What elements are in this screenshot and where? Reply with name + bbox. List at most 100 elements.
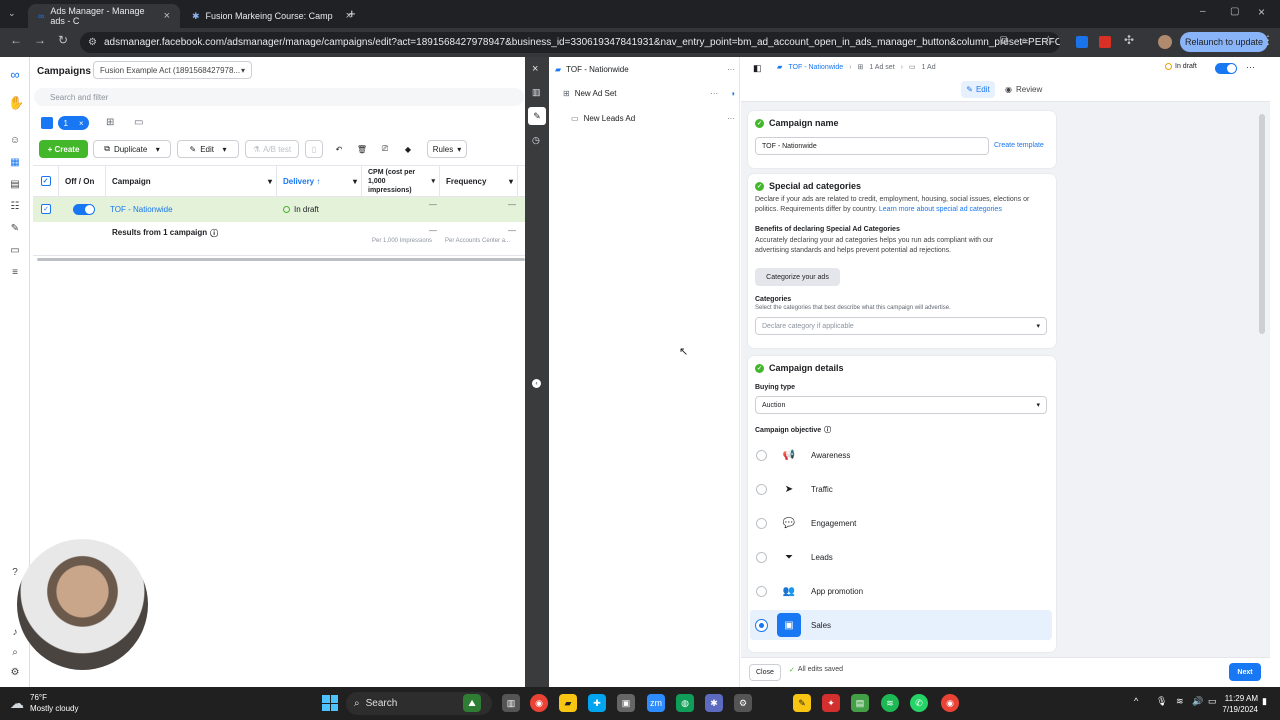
breadcrumb-ad[interactable]: 1 Ad bbox=[922, 64, 936, 71]
col-delivery[interactable]: Delivery ↑ ▾ bbox=[277, 165, 362, 197]
close-window-icon[interactable]: × bbox=[1258, 5, 1265, 19]
weather-widget[interactable]: ☁ 76°F Mostly cloudy bbox=[10, 692, 78, 714]
more-dots-icon[interactable]: ··· bbox=[727, 65, 735, 74]
tree-adset[interactable]: ⊞ New Ad Set ··· ◑ bbox=[563, 81, 735, 105]
objective-radio[interactable] bbox=[756, 483, 767, 495]
photos-app-icon[interactable]: ▣ bbox=[617, 694, 635, 712]
zoom-app-icon[interactable]: zm bbox=[647, 694, 665, 712]
catalog-icon[interactable]: ▤ bbox=[8, 179, 22, 193]
tab-edit[interactable]: ✎ Edit bbox=[961, 81, 995, 98]
objective-radio[interactable] bbox=[756, 585, 767, 597]
tab-ads-manager[interactable]: ∞ Ads Manager - Manage ads - C × bbox=[28, 4, 180, 28]
objective-leads[interactable]: ⏷ Leads bbox=[750, 542, 1052, 572]
app-icon[interactable]: ✱ bbox=[705, 694, 723, 712]
extension-icon[interactable] bbox=[1076, 36, 1088, 48]
collapse-panel-icon[interactable]: ‹ bbox=[532, 379, 541, 388]
create-button[interactable]: + Create bbox=[39, 140, 88, 158]
extension-icon[interactable] bbox=[1099, 36, 1111, 48]
campaign-name-input[interactable]: TOF - Nationwide bbox=[755, 137, 989, 155]
horizontal-scrollbar[interactable] bbox=[37, 258, 525, 261]
objective-radio[interactable] bbox=[756, 517, 767, 529]
maximize-icon[interactable]: ▢ bbox=[1230, 6, 1239, 17]
notification-icon[interactable]: ▮ bbox=[1262, 696, 1267, 707]
zoom-icon[interactable]: ⌕ bbox=[1021, 33, 1028, 48]
preview-button[interactable]: ⎚ bbox=[376, 140, 394, 158]
objective-awareness[interactable]: 📢 Awareness bbox=[750, 440, 1052, 470]
ads-level-icon[interactable]: ▭ bbox=[134, 117, 143, 128]
col-campaign[interactable]: Campaign ▾ bbox=[106, 165, 277, 197]
campaign-status-toggle[interactable] bbox=[1215, 63, 1237, 74]
campaign-level-tab[interactable] bbox=[41, 117, 53, 129]
audiences-icon[interactable]: ☷ bbox=[8, 201, 22, 215]
widgets-app-icon[interactable]: ⛰ bbox=[463, 694, 481, 712]
profile-avatar[interactable] bbox=[1158, 35, 1172, 49]
info-icon[interactable]: ⓘ bbox=[210, 228, 218, 239]
files-app-icon[interactable]: ▥ bbox=[502, 694, 520, 712]
breadcrumb-adset[interactable]: 1 Ad set bbox=[869, 64, 894, 71]
reload-icon[interactable]: ↻ bbox=[58, 33, 68, 47]
tab-fusion-course[interactable]: ✱ Fusion Markeing Course: Camp × bbox=[182, 4, 362, 28]
chart-panel-icon[interactable]: ▥ bbox=[532, 87, 541, 98]
tab-search-icon[interactable]: ⌄ bbox=[8, 8, 16, 19]
col-off-on[interactable]: Off / On bbox=[59, 165, 106, 197]
campaigns-icon[interactable]: ▦ bbox=[8, 157, 22, 171]
billing-icon[interactable]: ▭ bbox=[8, 245, 22, 259]
puzzle-icon[interactable]: ✣ bbox=[1124, 33, 1134, 47]
volume-icon[interactable]: 🔊 bbox=[1192, 696, 1203, 707]
campaign-name-link[interactable]: TOF - Nationwide bbox=[110, 205, 173, 214]
selected-count-chip[interactable]: 1 × bbox=[58, 116, 89, 130]
explorer-folder-icon[interactable]: ▰ bbox=[559, 694, 577, 712]
col-frequency[interactable]: Frequency ▾ bbox=[440, 165, 518, 197]
tree-campaign[interactable]: ▰ TOF - Nationwide ··· bbox=[555, 57, 735, 81]
row-checkbox[interactable]: ✓ bbox=[41, 204, 51, 214]
search-input[interactable]: Search and filter bbox=[34, 88, 524, 106]
objective-sales[interactable]: ▣ Sales bbox=[750, 610, 1052, 640]
edit-button[interactable]: ✎ Edit ▾ bbox=[177, 140, 239, 158]
notifications-icon[interactable]: ♪ bbox=[8, 627, 22, 641]
bookmark-star-icon[interactable]: ☆ bbox=[1043, 33, 1054, 47]
dashboard-icon[interactable]: ☺ bbox=[8, 135, 22, 149]
campaign-toggle[interactable] bbox=[73, 204, 95, 215]
table-row[interactable]: ✓ TOF - Nationwide In draft — — bbox=[33, 197, 525, 222]
chrome-icon[interactable]: ◉ bbox=[941, 694, 959, 712]
settings-icon[interactable]: ⚙ bbox=[8, 667, 22, 681]
app-icon[interactable]: ✦ bbox=[822, 694, 840, 712]
objective-engagement[interactable]: 💬 Engagement bbox=[750, 508, 1052, 538]
more-dots-icon[interactable]: ··· bbox=[1246, 62, 1255, 72]
delete-button[interactable]: 🗑 bbox=[353, 140, 371, 158]
chevron-down-icon[interactable]: ▾ bbox=[218, 145, 226, 154]
col-cpm[interactable]: CPM (cost per 1,000 impressions) ▾ bbox=[362, 165, 440, 197]
undo-button[interactable]: ↶ bbox=[330, 140, 348, 158]
editor-scrollbar[interactable] bbox=[1259, 114, 1265, 334]
sticky-notes-icon[interactable]: ✎ bbox=[793, 694, 811, 712]
sidebar-toggle-icon[interactable]: ◧ bbox=[753, 63, 762, 74]
chevron-down-icon[interactable]: ▾ bbox=[151, 145, 160, 154]
settings-app-icon[interactable]: ⚙ bbox=[734, 694, 752, 712]
whatsapp-icon[interactable]: ✆ bbox=[910, 694, 928, 712]
clock[interactable]: 11:29 AM 7/19/2024 bbox=[1212, 693, 1258, 715]
account-avatar[interactable]: ✋ bbox=[8, 95, 24, 110]
objective-traffic[interactable]: ➤ Traffic bbox=[750, 474, 1052, 504]
select-all-checkbox[interactable]: ✓ bbox=[33, 165, 59, 197]
duplicate-button[interactable]: ⧉ Duplicate ▾ bbox=[93, 140, 171, 158]
site-info-icon[interactable]: ⚙ bbox=[88, 37, 97, 48]
objective-radio[interactable] bbox=[756, 551, 767, 563]
meta-logo-icon[interactable]: ∞ bbox=[8, 67, 22, 82]
spotify-icon[interactable]: ≋ bbox=[881, 694, 899, 712]
more-dots-icon[interactable]: ··· bbox=[727, 114, 735, 123]
url-input[interactable]: ⚙ adsmanager.facebook.com/adsmanager/man… bbox=[80, 32, 1060, 53]
info-icon[interactable]: ⓘ bbox=[824, 426, 831, 436]
create-template-link[interactable]: Create template bbox=[994, 142, 1044, 149]
tag-button[interactable]: ◆ bbox=[399, 140, 417, 158]
minimize-icon[interactable]: – bbox=[1200, 6, 1206, 17]
wifi-icon[interactable]: ≋ bbox=[1176, 696, 1184, 707]
help-icon[interactable]: ? bbox=[8, 567, 22, 581]
all-tools-icon[interactable]: ≡ bbox=[8, 267, 22, 281]
menu-dots-icon[interactable]: ⋮ bbox=[1262, 33, 1274, 47]
cast-icon[interactable]: ⧉ bbox=[1000, 33, 1009, 48]
objective-radio-selected[interactable] bbox=[756, 619, 767, 631]
clear-selection-icon[interactable]: × bbox=[79, 119, 84, 128]
search-nav-icon[interactable]: ⌕ bbox=[8, 647, 22, 661]
buying-type-select[interactable]: Auction ▾ bbox=[755, 396, 1047, 414]
categorize-ads-button[interactable]: Categorize your ads bbox=[755, 268, 840, 286]
